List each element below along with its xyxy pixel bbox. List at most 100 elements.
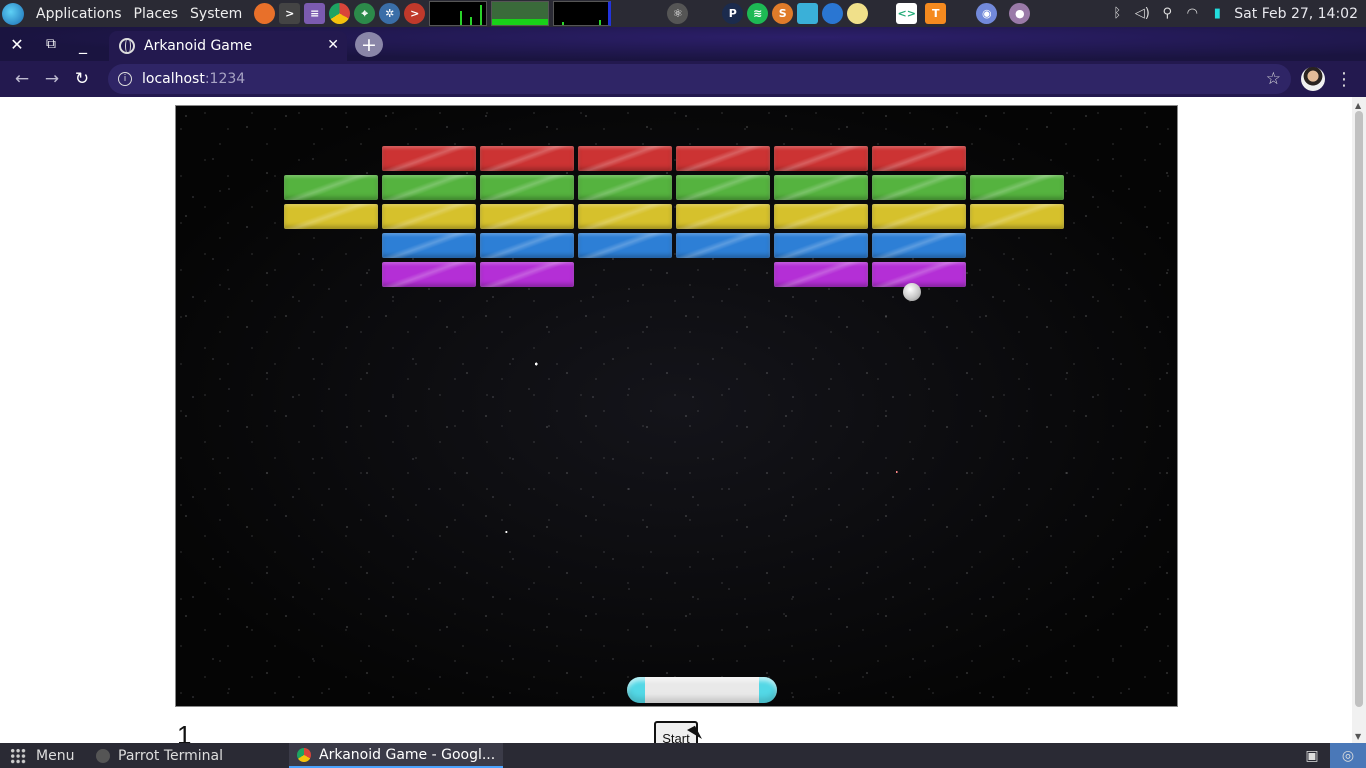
brick-yellow	[480, 204, 574, 229]
game-canvas[interactable]	[175, 105, 1178, 707]
brick-green	[774, 175, 868, 200]
brick-red	[480, 146, 574, 171]
tab-title: Arkanoid Game	[144, 38, 253, 54]
brick-blue	[578, 233, 672, 258]
brick-blue	[382, 233, 476, 258]
brick-red	[578, 146, 672, 171]
page-scrollbar[interactable]: ▲ ▼	[1352, 97, 1366, 743]
system-tray: ᛒ ◁) ⚲ ◠ ▮ Sat Feb 27, 14:02	[1109, 6, 1366, 22]
globe-icon	[119, 38, 135, 54]
battery-icon[interactable]: ▮	[1209, 6, 1225, 22]
brick-green	[970, 175, 1064, 200]
task-label: Parrot Terminal	[118, 747, 224, 764]
task-label: Arkanoid Game - Googl...	[319, 746, 496, 763]
root-terminal-icon[interactable]: >	[404, 3, 426, 24]
notes-icon[interactable]	[847, 3, 869, 24]
applications-menu[interactable]: Applications	[30, 0, 128, 27]
firefox-dev-icon[interactable]	[822, 3, 844, 24]
scroll-down-icon[interactable]: ▼	[1355, 732, 1361, 741]
bluetooth-icon[interactable]: ᛒ	[1109, 6, 1125, 22]
scroll-thumb[interactable]	[1355, 111, 1363, 707]
system-top-panel: Applications Places System > ≡ ⌖ ✲ > ⚛ P…	[0, 0, 1366, 27]
back-arrow-icon[interactable]: ←	[7, 64, 37, 94]
profile-avatar[interactable]	[1301, 67, 1325, 91]
close-window-icon[interactable]: ✕	[6, 33, 28, 55]
brick-blue	[872, 233, 966, 258]
user-app-icon[interactable]: ●	[1009, 3, 1031, 24]
info-icon[interactable]: i	[118, 72, 132, 86]
brick-purple	[382, 262, 476, 287]
taskbar-menu-button[interactable]: Menu	[0, 747, 84, 764]
brick-purple	[774, 262, 868, 287]
parrot-logo-icon[interactable]	[2, 2, 24, 25]
brick-yellow	[970, 204, 1064, 229]
brick-yellow	[382, 204, 476, 229]
brick-yellow	[774, 204, 868, 229]
tensorflow-icon[interactable]: T	[925, 3, 947, 24]
discord-icon[interactable]: ◉	[976, 3, 998, 24]
clock[interactable]: Sat Feb 27, 14:02	[1234, 6, 1358, 22]
map-icon[interactable]: ⌖	[354, 3, 376, 24]
chrome-tray-icon[interactable]: ◎	[1330, 743, 1366, 768]
screenshot-icon[interactable]: ▣	[1294, 743, 1330, 768]
places-menu[interactable]: Places	[128, 0, 185, 27]
brick-red	[872, 146, 966, 171]
brick-yellow	[676, 204, 770, 229]
firefox-icon[interactable]	[254, 3, 276, 24]
taskbar-tray: ▣ ◎	[1294, 743, 1366, 768]
network-icon[interactable]: ✲	[379, 3, 401, 24]
brick-yellow	[284, 204, 378, 229]
app-icon[interactable]	[797, 3, 819, 24]
brick-red	[382, 146, 476, 171]
spotify-icon[interactable]: ≋	[747, 3, 769, 24]
app-launchers-right: ⚛ P ≋ S <> T ◉ ●	[667, 3, 1031, 24]
task-arkanoid-game[interactable]: Arkanoid Game - Googl...	[289, 743, 504, 768]
pycharm-icon[interactable]: P	[722, 3, 744, 24]
brick-green	[872, 175, 966, 200]
system-menu[interactable]: System	[184, 0, 248, 27]
brick-blue	[480, 233, 574, 258]
network-graph	[553, 1, 612, 26]
menu-kebab-icon[interactable]: ⋮	[1335, 67, 1353, 91]
bookmark-star-icon[interactable]: ☆	[1266, 69, 1281, 89]
ball	[903, 283, 921, 301]
brick-green	[480, 175, 574, 200]
reload-icon[interactable]: ↻	[67, 64, 97, 94]
score-display: 1	[177, 720, 192, 743]
page-content: 1 Start	[0, 97, 1352, 743]
terminal-icon	[96, 748, 110, 763]
task-parrot-terminal[interactable]: Parrot Terminal	[88, 743, 231, 768]
taskbar-menu-label: Menu	[36, 747, 75, 764]
brick-green	[676, 175, 770, 200]
brick-blue	[676, 233, 770, 258]
chrome-icon	[297, 747, 312, 762]
sublime-icon[interactable]: S	[772, 3, 794, 24]
browser-tab-bar: ✕ ⧉ _ Arkanoid Game ✕ +	[0, 27, 1366, 61]
terminal-icon[interactable]: >	[279, 3, 301, 24]
minimize-window-icon[interactable]: _	[72, 33, 94, 55]
restore-window-icon[interactable]: ⧉	[40, 33, 62, 55]
chrome-icon[interactable]	[329, 3, 351, 24]
atom-icon[interactable]: ⚛	[667, 3, 689, 24]
brick-green	[578, 175, 672, 200]
grid-icon	[10, 747, 26, 764]
cpu-graph	[429, 1, 488, 26]
brick-blue	[774, 233, 868, 258]
brick-yellow	[872, 204, 966, 229]
url-host: localhost	[142, 71, 205, 87]
volume-icon[interactable]: ◁)	[1134, 6, 1150, 22]
brick-green	[382, 175, 476, 200]
url-port: :1234	[204, 71, 246, 87]
text-editor-icon[interactable]: ≡	[304, 3, 326, 24]
code-icon[interactable]: <>	[896, 3, 918, 24]
wifi-icon[interactable]: ◠	[1184, 6, 1200, 22]
paddle[interactable]	[627, 677, 777, 703]
scroll-up-icon[interactable]: ▲	[1355, 101, 1361, 110]
new-tab-button[interactable]: +	[355, 32, 383, 57]
brick-purple	[872, 262, 966, 287]
location-icon[interactable]: ⚲	[1159, 6, 1175, 22]
tab-close-icon[interactable]: ✕	[327, 37, 339, 53]
tab-arkanoid-game[interactable]: Arkanoid Game ✕	[109, 31, 347, 61]
forward-arrow-icon[interactable]: →	[37, 64, 67, 94]
address-bar[interactable]: i localhost:1234 ☆	[108, 64, 1291, 94]
